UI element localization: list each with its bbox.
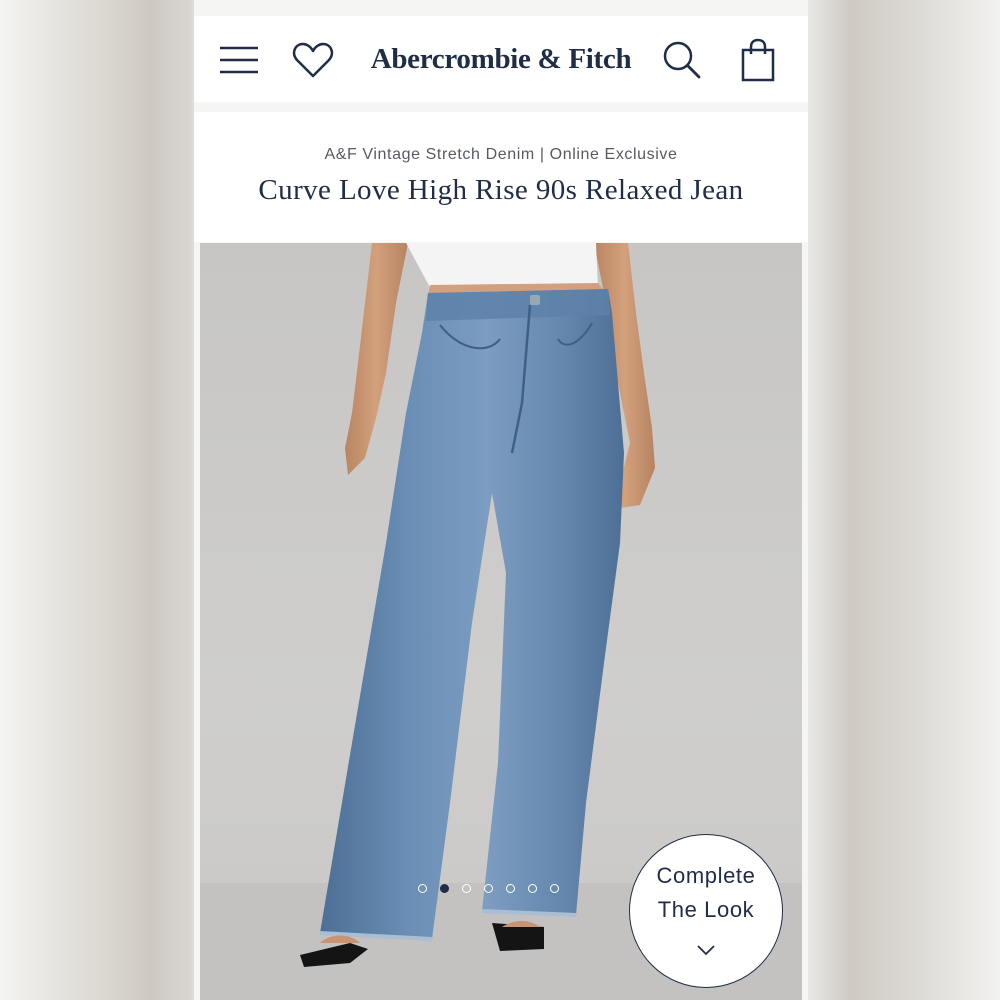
- carousel-dot[interactable]: [528, 884, 537, 893]
- carousel-dot[interactable]: [418, 884, 427, 893]
- carousel-dot-active[interactable]: [440, 884, 449, 893]
- heart-icon[interactable]: [292, 42, 334, 80]
- hamburger-menu-icon[interactable]: [218, 44, 260, 76]
- complete-the-look-label-line1: Complete: [656, 863, 756, 888]
- search-icon[interactable]: [662, 40, 702, 80]
- carousel-dot[interactable]: [506, 884, 515, 893]
- chevron-down-icon: [696, 943, 716, 961]
- complete-the-look-button[interactable]: Complete The Look: [629, 834, 783, 988]
- brand-logo[interactable]: Abercrombie & Fitch: [194, 16, 808, 102]
- complete-the-look-label-line2: The Look: [657, 897, 755, 922]
- product-title: Curve Love High Rise 90s Relaxed Jean: [258, 174, 744, 206]
- shopping-bag-icon[interactable]: [740, 38, 776, 82]
- carousel-dot[interactable]: [550, 884, 559, 893]
- carousel-pagination: [418, 884, 559, 893]
- carousel-dot[interactable]: [484, 884, 493, 893]
- product-collection: A&F Vintage Stretch Denim | Online Exclu…: [324, 146, 678, 163]
- carousel-dot[interactable]: [462, 884, 471, 893]
- site-header: Abercrombie & Fitch: [194, 16, 808, 102]
- product-heading: A&F Vintage Stretch Denim | Online Exclu…: [194, 112, 808, 242]
